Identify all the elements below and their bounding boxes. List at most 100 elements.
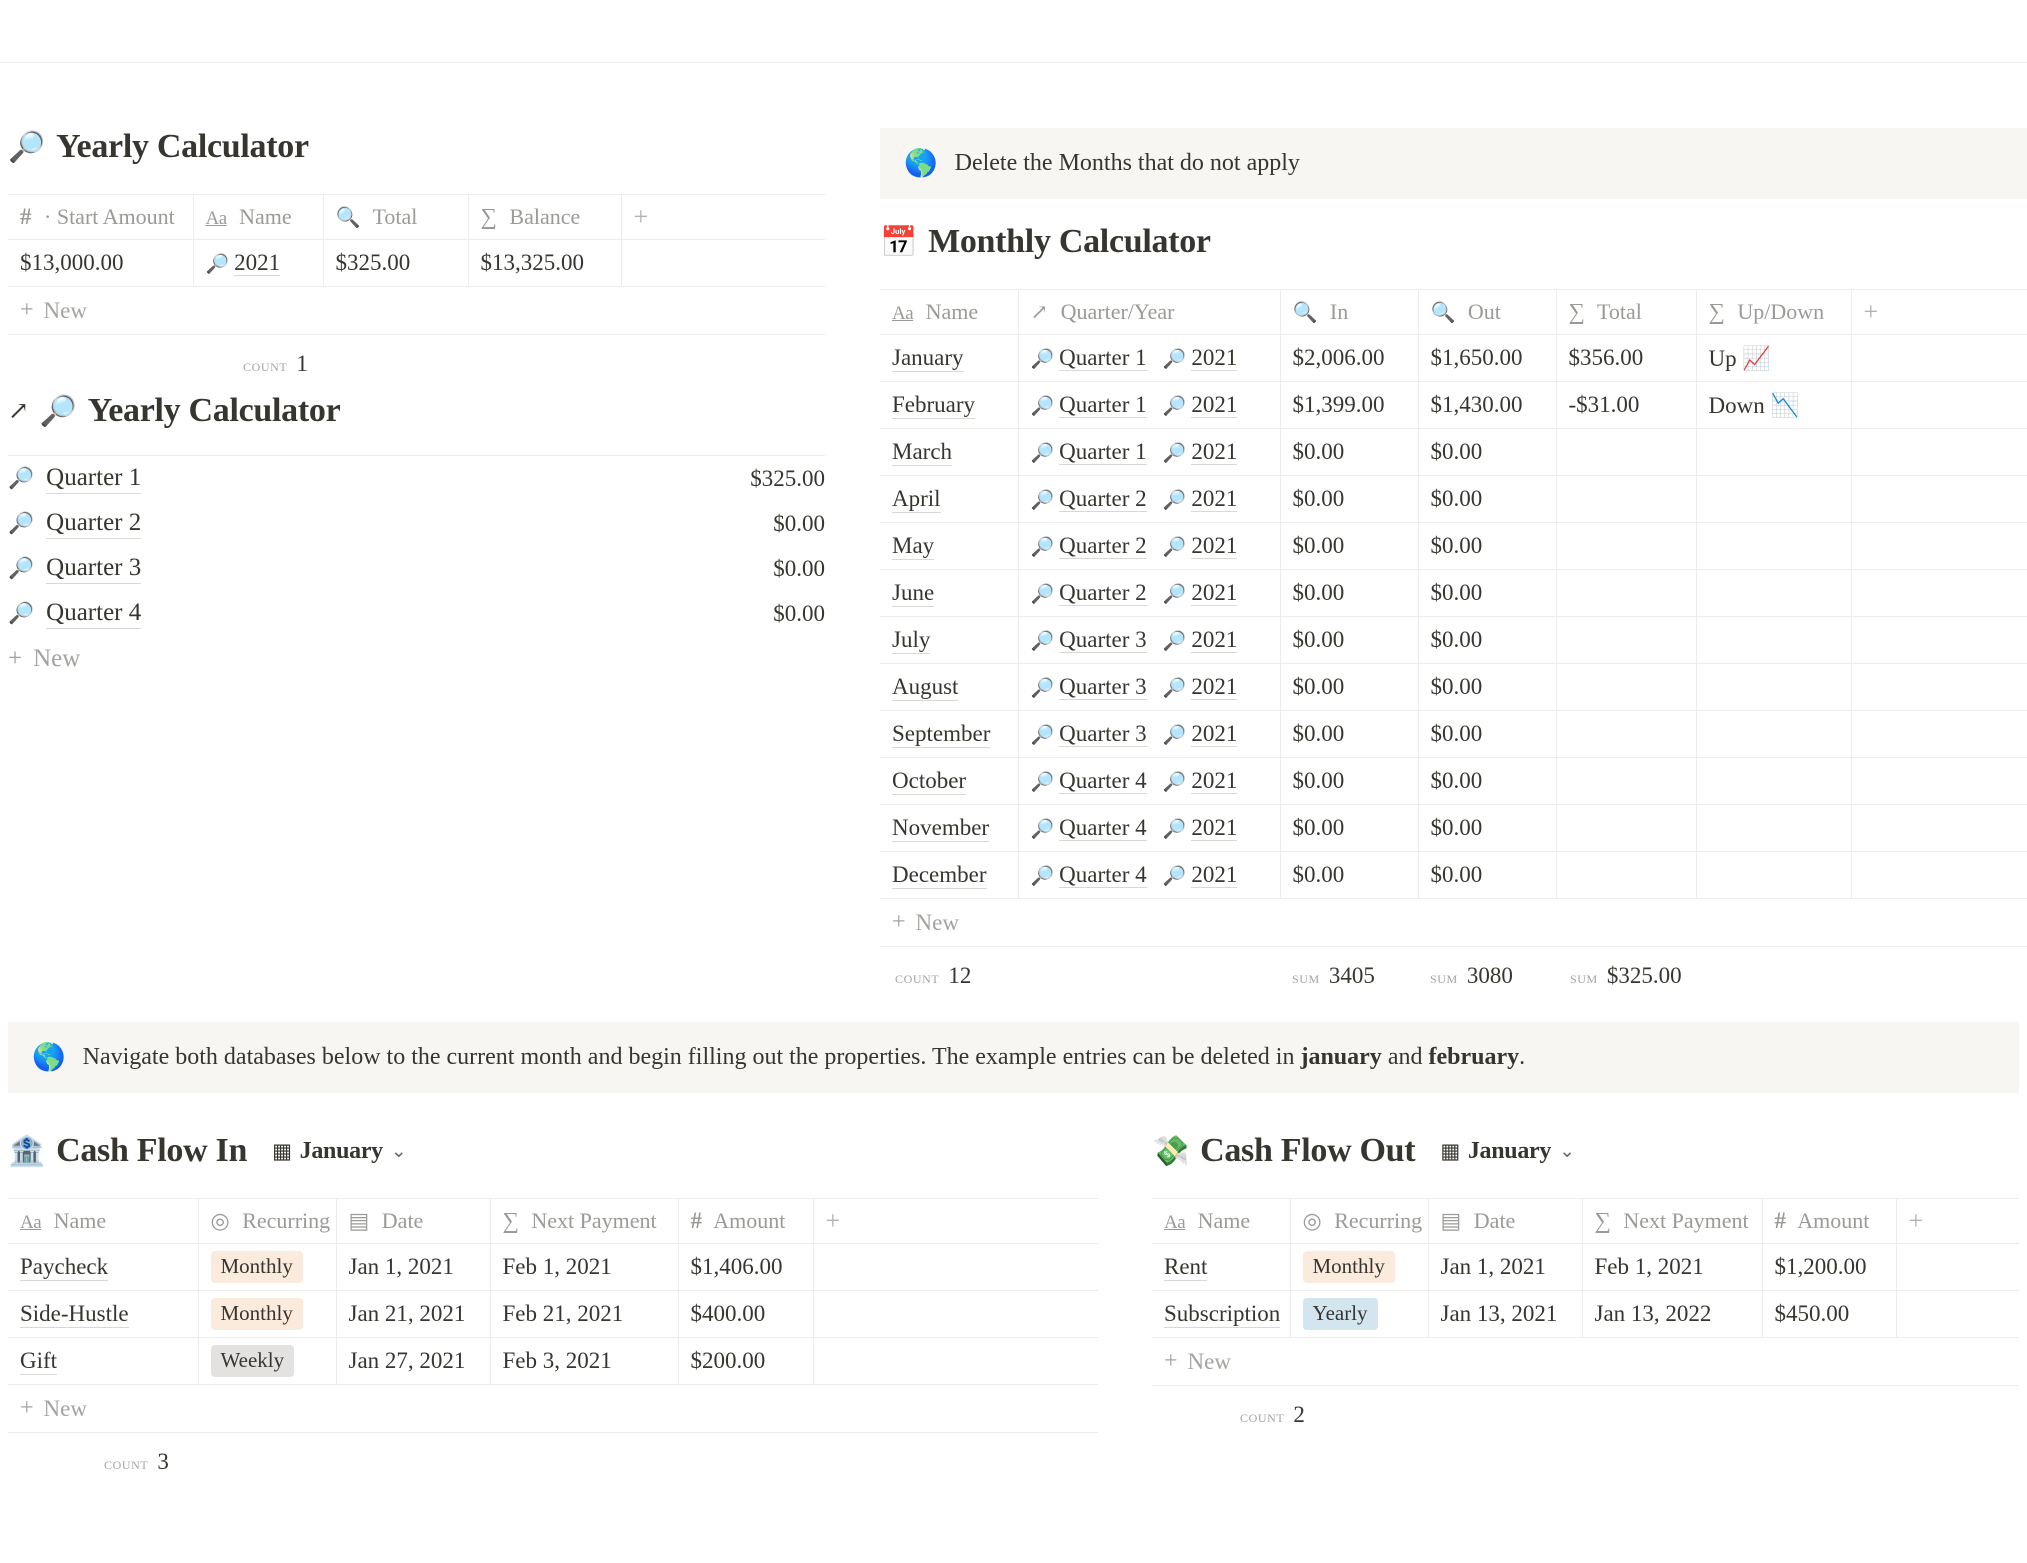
- cell-quarter-year[interactable]: 🔎 Quarter 4 🔎 2021: [1018, 851, 1281, 899]
- cell-name[interactable]: Gift: [8, 1337, 199, 1385]
- cell-month-name[interactable]: September: [880, 710, 1019, 758]
- cell-out[interactable]: $0.00: [1418, 569, 1557, 617]
- cell-in[interactable]: $0.00: [1280, 804, 1419, 852]
- column-header-date[interactable]: ▤ Date: [336, 1198, 491, 1244]
- cell-next-payment[interactable]: Feb 3, 2021: [490, 1337, 679, 1385]
- cell-month-name[interactable]: July: [880, 616, 1019, 664]
- table-row[interactable]: January 🔎 Quarter 1 🔎 2021 $2,006.00 $1,650.00…: [880, 334, 2027, 382]
- cell-updown[interactable]: [1696, 804, 1852, 852]
- table-row[interactable]: Subscription Yearly Jan 13, 2021 Jan 13, 20…: [1152, 1290, 2019, 1338]
- view-selector-cash-flow-out[interactable]: ▦ January ⌄: [1440, 1138, 1575, 1165]
- cell-updown[interactable]: [1696, 851, 1852, 899]
- list-item[interactable]: 🔎 Quarter 1 $325.00: [8, 456, 825, 501]
- summary-count[interactable]: COUNT 2: [1240, 1402, 1305, 1428]
- cell-updown[interactable]: [1696, 428, 1852, 476]
- cell-total[interactable]: [1556, 616, 1697, 664]
- cell-updown[interactable]: Up 📈: [1696, 334, 1852, 382]
- cell-total[interactable]: [1556, 428, 1697, 476]
- column-header-total[interactable]: 🔍 Total: [323, 194, 469, 240]
- column-header-in[interactable]: 🔍 In: [1280, 289, 1419, 335]
- cell-date[interactable]: Jan 21, 2021: [336, 1290, 491, 1338]
- column-header-balance[interactable]: ∑ Balance: [468, 194, 622, 240]
- cell-in[interactable]: $0.00: [1280, 475, 1419, 523]
- table-row[interactable]: October 🔎 Quarter 4 🔎 2021 $0.00 $0.00: [880, 757, 2027, 805]
- cell-in[interactable]: $0.00: [1280, 569, 1419, 617]
- cell-name[interactable]: Paycheck: [8, 1243, 199, 1291]
- cell-out[interactable]: $0.00: [1418, 851, 1557, 899]
- cell-month-name[interactable]: December: [880, 851, 1019, 899]
- table-row[interactable]: April 🔎 Quarter 2 🔎 2021 $0.00 $0.00: [880, 475, 2027, 523]
- cell-recurring[interactable]: Monthly: [1290, 1243, 1429, 1291]
- cell-recurring[interactable]: Monthly: [198, 1243, 337, 1291]
- cell-date[interactable]: Jan 1, 2021: [1428, 1243, 1583, 1291]
- cell-quarter-year[interactable]: 🔎 Quarter 3 🔎 2021: [1018, 616, 1281, 664]
- add-column-button[interactable]: +: [621, 194, 825, 240]
- cell-updown[interactable]: [1696, 616, 1852, 664]
- cell-amount[interactable]: $450.00: [1762, 1290, 1897, 1338]
- cell-in[interactable]: $1,399.00: [1280, 381, 1419, 429]
- cell-date[interactable]: Jan 27, 2021: [336, 1337, 491, 1385]
- column-header-out[interactable]: 🔍 Out: [1418, 289, 1557, 335]
- cell-total[interactable]: [1556, 710, 1697, 758]
- cell-quarter-year[interactable]: 🔎 Quarter 3 🔎 2021: [1018, 710, 1281, 758]
- cell-quarter-year[interactable]: 🔎 Quarter 3 🔎 2021: [1018, 663, 1281, 711]
- cell-name[interactable]: Subscription: [1152, 1290, 1291, 1338]
- cell-name[interactable]: Side-Hustle: [8, 1290, 199, 1338]
- cell-out[interactable]: $0.00: [1418, 616, 1557, 664]
- cell-total[interactable]: [1556, 475, 1697, 523]
- cell-amount[interactable]: $1,406.00: [678, 1243, 814, 1291]
- add-column-button[interactable]: +: [1851, 289, 2027, 335]
- cell-month-name[interactable]: June: [880, 569, 1019, 617]
- column-header-quarter-year[interactable]: ↗ Quarter/Year: [1018, 289, 1281, 335]
- table-row[interactable]: Side-Hustle Monthly Jan 21, 2021 Feb 21, 20…: [8, 1290, 1098, 1338]
- cell-total[interactable]: [1556, 804, 1697, 852]
- summary-sum-in[interactable]: SUM 3405: [1292, 963, 1375, 989]
- table-row[interactable]: Rent Monthly Jan 1, 2021 Feb 1, 2021 $1,200.…: [1152, 1243, 2019, 1291]
- cell-out[interactable]: $0.00: [1418, 428, 1557, 476]
- cell-next-payment[interactable]: Feb 21, 2021: [490, 1290, 679, 1338]
- column-header-amount[interactable]: # Amount: [1762, 1198, 1897, 1244]
- cell-updown[interactable]: Down 📉: [1696, 381, 1852, 429]
- cell-out[interactable]: $0.00: [1418, 710, 1557, 758]
- summary-sum-out[interactable]: SUM 3080: [1430, 963, 1513, 989]
- cell-updown[interactable]: [1696, 569, 1852, 617]
- column-header-amount[interactable]: # Amount: [678, 1198, 814, 1244]
- table-row[interactable]: Paycheck Monthly Jan 1, 2021 Feb 1, 2021 $1,…: [8, 1243, 1098, 1291]
- cell-next-payment[interactable]: Feb 1, 2021: [490, 1243, 679, 1291]
- cell-quarter-year[interactable]: 🔎 Quarter 1 🔎 2021: [1018, 381, 1281, 429]
- cell-date[interactable]: Jan 13, 2021: [1428, 1290, 1583, 1338]
- column-header-name[interactable]: Aa Name: [193, 194, 324, 240]
- summary-sum-total[interactable]: SUM $325.00: [1570, 963, 1682, 989]
- column-header-name[interactable]: Aa Name: [880, 289, 1019, 335]
- cell-in[interactable]: $2,006.00: [1280, 334, 1419, 382]
- cell-out[interactable]: $0.00: [1418, 522, 1557, 570]
- yearly-calculator-relation-heading[interactable]: ↗ 🔎 Yearly Calculator: [8, 392, 825, 430]
- column-header-name[interactable]: Aa Name: [8, 1198, 199, 1244]
- cell-month-name[interactable]: April: [880, 475, 1019, 523]
- column-header-name[interactable]: Aa Name: [1152, 1198, 1291, 1244]
- summary-count[interactable]: COUNT 1: [243, 351, 308, 377]
- cell-in[interactable]: $0.00: [1280, 522, 1419, 570]
- cell-in[interactable]: $0.00: [1280, 616, 1419, 664]
- column-header-next-payment[interactable]: ∑ Next Payment: [1582, 1198, 1763, 1244]
- cell-recurring[interactable]: Yearly: [1290, 1290, 1429, 1338]
- cell-quarter-year[interactable]: 🔎 Quarter 2 🔎 2021: [1018, 569, 1281, 617]
- add-new-row-button[interactable]: + New: [880, 899, 2027, 947]
- cell-name[interactable]: Rent: [1152, 1243, 1291, 1291]
- column-header-start-amount[interactable]: # · Start Amount: [8, 194, 194, 240]
- cell-quarter-year[interactable]: 🔎 Quarter 4 🔎 2021: [1018, 804, 1281, 852]
- cell-next-payment[interactable]: Feb 1, 2021: [1582, 1243, 1763, 1291]
- cell-out[interactable]: $0.00: [1418, 757, 1557, 805]
- cell-total[interactable]: -$31.00: [1556, 381, 1697, 429]
- cell-amount[interactable]: $200.00: [678, 1337, 814, 1385]
- cell-updown[interactable]: [1696, 710, 1852, 758]
- cell-date[interactable]: Jan 1, 2021: [336, 1243, 491, 1291]
- list-item[interactable]: 🔎 Quarter 2 $0.00: [8, 501, 825, 546]
- table-row[interactable]: August 🔎 Quarter 3 🔎 2021 $0.00 $0.00: [880, 663, 2027, 711]
- cell-name[interactable]: 🔎 2021: [193, 239, 324, 287]
- summary-count[interactable]: COUNT 3: [104, 1449, 169, 1475]
- cell-total[interactable]: [1556, 663, 1697, 711]
- cell-balance[interactable]: $13,325.00: [468, 239, 622, 287]
- column-header-recurring[interactable]: ◎ Recurring: [198, 1198, 337, 1244]
- table-row[interactable]: Gift Weekly Jan 27, 2021 Feb 3, 2021 $200.00: [8, 1337, 1098, 1385]
